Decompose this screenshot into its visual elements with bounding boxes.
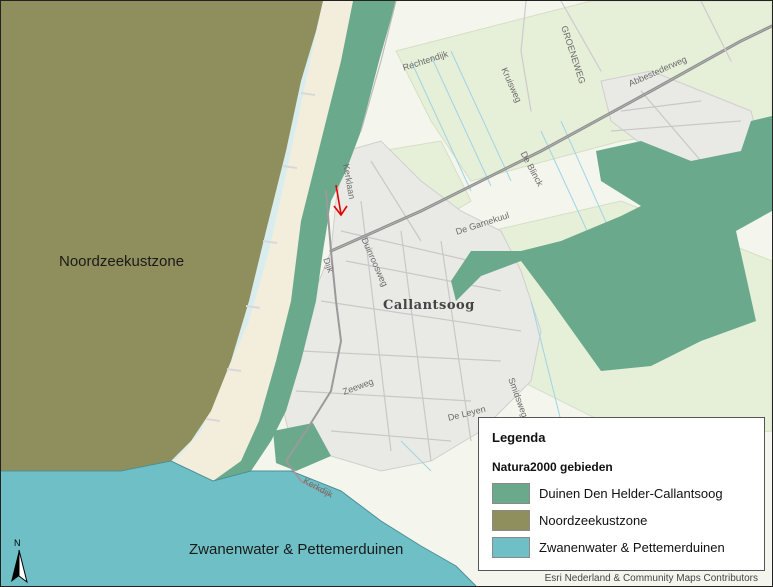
legend-label-duinen: Duinen Den Helder-Callantsoog	[539, 486, 723, 501]
map-frame: Rechtendijk Kruisweg GROENEWEG Abbestede…	[0, 0, 773, 587]
north-letter: N	[14, 538, 21, 548]
legend-swatch-duinen	[492, 483, 530, 504]
north-arrow: N	[8, 538, 30, 584]
legend-item-zwanenwater: Zwanenwater & Pettemerduinen	[492, 537, 762, 559]
legend-item-noordzee: Noordzeekustzone	[492, 510, 762, 532]
legend-swatch-noordzee	[492, 510, 530, 531]
legend-swatch-zwanenwater	[492, 537, 530, 558]
legend-subtitle: Natura2000 gebieden	[492, 460, 613, 474]
legend-item-duinen: Duinen Den Helder-Callantsoog	[492, 483, 762, 505]
label-town-callantsoog: Callantsoog	[383, 298, 475, 313]
legend-panel: Legenda Natura2000 gebieden Duinen Den H…	[478, 417, 765, 571]
label-noordzeekustzone: Noordzeekustzone	[59, 253, 185, 270]
label-zwanenwater: Zwanenwater & Pettemerduinen	[189, 541, 404, 558]
legend-title: Legenda	[492, 430, 546, 445]
north-arrow-icon	[11, 549, 28, 584]
legend-label-noordzee: Noordzeekustzone	[539, 513, 648, 528]
map-credits: Esri Nederland & Community Maps Contribu…	[544, 573, 758, 584]
legend-label-zwanenwater: Zwanenwater & Pettemerduinen	[539, 540, 725, 555]
